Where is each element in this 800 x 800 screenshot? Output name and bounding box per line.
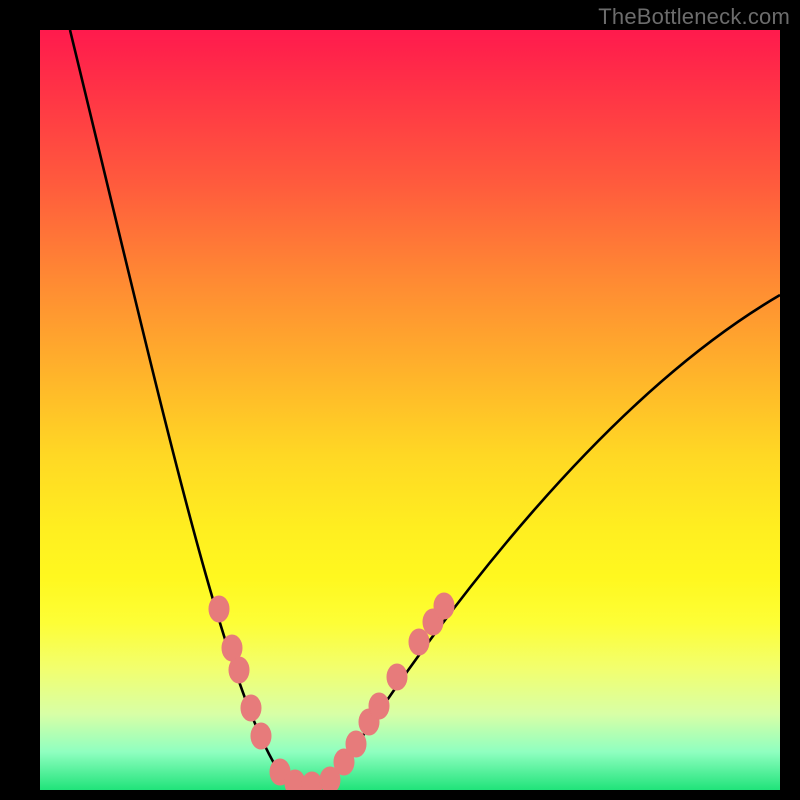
data-marker	[346, 731, 366, 757]
marker-group	[209, 593, 454, 790]
data-marker	[434, 593, 454, 619]
bottleneck-curve	[70, 30, 780, 787]
data-marker	[387, 664, 407, 690]
data-marker	[302, 772, 322, 790]
data-marker	[409, 629, 429, 655]
chart-frame: TheBottleneck.com	[0, 0, 800, 800]
chart-svg	[40, 30, 780, 790]
data-marker	[241, 695, 261, 721]
data-marker	[229, 657, 249, 683]
data-marker	[251, 723, 271, 749]
data-marker	[209, 596, 229, 622]
data-marker	[369, 693, 389, 719]
chart-plot-area	[40, 30, 780, 790]
watermark-text: TheBottleneck.com	[598, 4, 790, 30]
